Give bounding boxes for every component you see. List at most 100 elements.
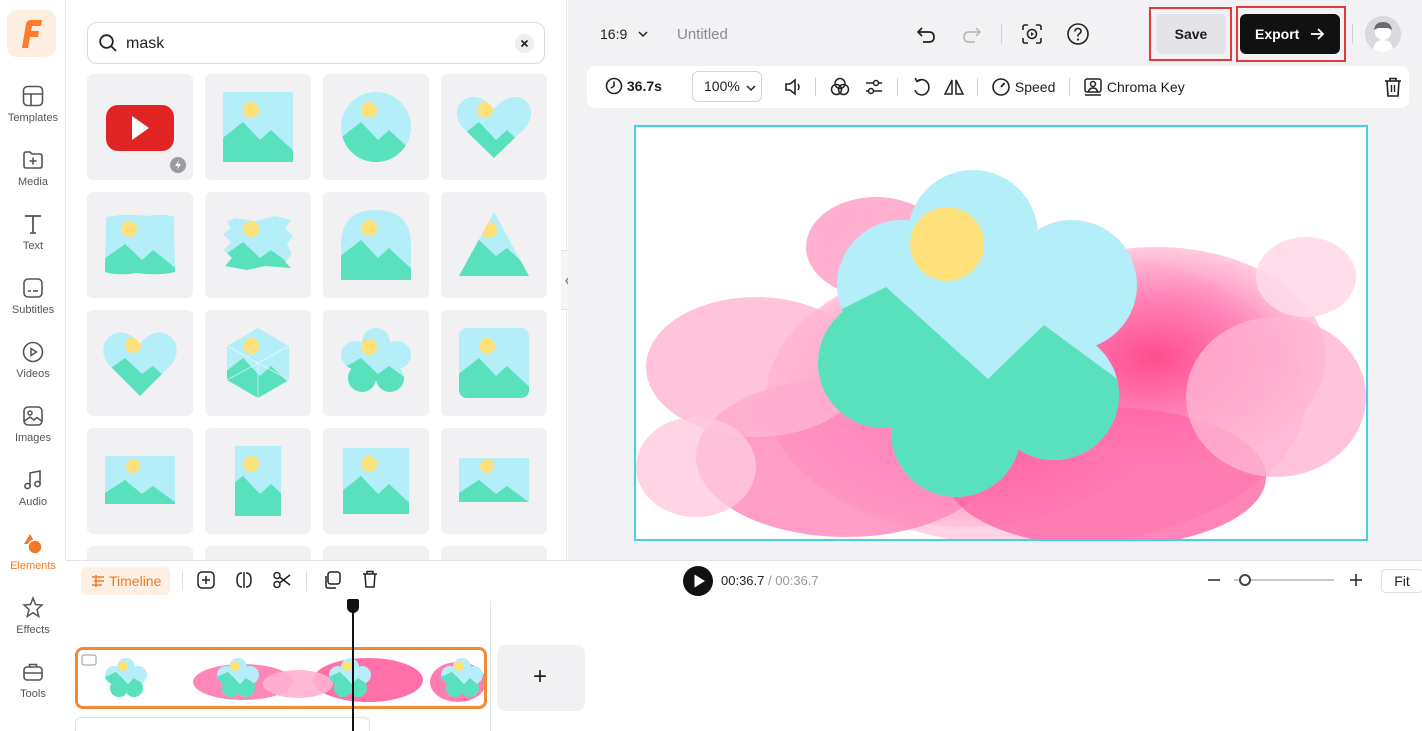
add-clip-button[interactable]: + <box>497 645 585 711</box>
sidebar-item-label: Audio <box>18 496 48 508</box>
playback-time: 00:36.7 / 00:36.7 <box>721 573 819 588</box>
edit-toolbar: 36.7s 100% Speed Chroma Key <box>587 66 1409 108</box>
editor-app: Templates Media Text Subtitles Videos Im… <box>0 0 1422 731</box>
elements-panel: mask <box>67 0 567 560</box>
sidebar-item-videos[interactable]: Videos <box>0 340 66 398</box>
chevron-down-icon <box>746 85 756 92</box>
highlight-box <box>1149 7 1232 61</box>
element-tile[interactable] <box>205 546 311 560</box>
search-box[interactable]: mask <box>87 22 545 64</box>
undo-icon[interactable] <box>914 22 938 46</box>
play-button[interactable] <box>683 566 713 596</box>
element-tile[interactable] <box>441 546 547 560</box>
element-tile-brush-rect-mask[interactable] <box>87 192 193 298</box>
duration-button[interactable]: 36.7s <box>605 77 662 95</box>
element-tile-brush-stroke-mask[interactable] <box>205 192 311 298</box>
clear-search-button[interactable] <box>515 34 534 53</box>
zoom-dropdown[interactable]: 100% <box>692 71 762 102</box>
effects-icon <box>22 596 44 619</box>
landscape-rect-mask-icon <box>459 458 529 502</box>
volume-icon[interactable] <box>783 77 803 97</box>
brush-stroke-mask-icon <box>223 216 293 270</box>
duplicate-icon[interactable] <box>322 570 342 590</box>
sidebar-item-label: Images <box>14 432 52 444</box>
element-tile-circle-mask[interactable] <box>323 74 429 180</box>
redo-icon[interactable] <box>960 22 984 46</box>
add-icon[interactable] <box>196 570 216 590</box>
element-tile[interactable] <box>87 546 193 560</box>
color-adjust-icon[interactable] <box>829 76 851 98</box>
subtitles-icon <box>23 278 43 298</box>
flip-icon[interactable] <box>943 76 965 98</box>
element-tile-square-rect-mask[interactable] <box>323 428 429 534</box>
timeline-tab[interactable]: Timeline <box>81 567 170 595</box>
zoom-slider-handle[interactable] <box>1239 574 1251 586</box>
project-title[interactable]: Untitled <box>677 26 728 43</box>
tall-rect-mask-icon <box>235 446 281 516</box>
element-tile-hexagon-mask[interactable] <box>205 310 311 416</box>
clip-thumbnails <box>78 650 484 706</box>
sidebar-item-effects[interactable]: Effects <box>0 596 66 654</box>
app-logo[interactable] <box>7 10 56 57</box>
canvas-area: 16:9 Untitled Save Export 36.7s 100% Spe… <box>568 0 1422 560</box>
audio-icon <box>24 470 41 490</box>
element-tile-youtube[interactable] <box>87 74 193 180</box>
rotate-icon[interactable] <box>911 76 933 98</box>
help-icon[interactable] <box>1066 22 1090 46</box>
fit-button[interactable]: Fit <box>1381 569 1422 593</box>
element-tile-heart-mask-2[interactable] <box>87 310 193 416</box>
adjust-sliders-icon[interactable] <box>863 76 885 98</box>
video-track-clip[interactable] <box>75 647 487 709</box>
audio-track[interactable] <box>75 717 370 731</box>
sidebar-item-audio[interactable]: Audio <box>0 468 66 526</box>
scissors-icon[interactable] <box>272 570 292 590</box>
element-tile-rectangle-mask[interactable] <box>205 74 311 180</box>
delete-icon[interactable] <box>360 569 380 589</box>
element-tile-wide-rect-mask[interactable] <box>87 428 193 534</box>
split-icon[interactable] <box>234 570 254 590</box>
logo-icon <box>22 20 42 48</box>
speed-button[interactable]: Speed <box>991 77 1055 97</box>
sidebar-item-text[interactable]: Text <box>0 212 66 270</box>
element-tile-triangle-mask[interactable] <box>441 192 547 298</box>
element-tile-tall-rect-mask[interactable] <box>205 428 311 534</box>
text-icon <box>25 215 41 234</box>
video-canvas[interactable] <box>634 125 1368 541</box>
chroma-key-button[interactable]: Chroma Key <box>1083 77 1185 97</box>
element-tile[interactable] <box>323 546 429 560</box>
sidebar-item-tools[interactable]: Tools <box>0 660 66 718</box>
sidebar-item-elements[interactable]: Elements <box>0 532 66 590</box>
element-tile-flower-mask[interactable] <box>323 310 429 416</box>
speed-label: Speed <box>1014 79 1056 95</box>
preview-icon[interactable] <box>1020 22 1044 46</box>
sidebar-item-label: Text <box>22 240 44 252</box>
element-tile-landscape-rect-mask[interactable] <box>441 428 547 534</box>
trash-icon[interactable] <box>1382 76 1404 98</box>
aspect-ratio-dropdown[interactable]: 16:9 <box>600 26 649 42</box>
sidebar-item-media[interactable]: Media <box>0 148 66 206</box>
highlight-box <box>1236 6 1346 62</box>
zoom-value: 100% <box>704 78 740 94</box>
element-tile-rounded-square-mask[interactable] <box>441 310 547 416</box>
chroma-key-icon <box>1084 78 1102 96</box>
divider <box>897 78 898 96</box>
sidebar-item-templates[interactable]: Templates <box>0 84 66 142</box>
zoom-in-icon[interactable] <box>1348 572 1364 588</box>
avatar[interactable] <box>1365 16 1401 52</box>
timeline-icon <box>92 575 104 587</box>
sidebar-item-images[interactable]: Images <box>0 404 66 462</box>
triangle-mask-icon <box>459 212 529 276</box>
element-tile-heart-mask[interactable] <box>441 74 547 180</box>
search-input[interactable]: mask <box>126 35 164 53</box>
playhead-handle[interactable] <box>347 599 359 613</box>
sidebar-item-label: Subtitles <box>11 304 55 316</box>
playhead-line[interactable] <box>352 601 354 731</box>
chroma-key-label: Chroma Key <box>1106 79 1185 95</box>
divider <box>977 78 978 96</box>
sidebar-item-subtitles[interactable]: Subtitles <box>0 276 66 334</box>
element-tile-arch-mask[interactable] <box>323 192 429 298</box>
zoom-out-icon[interactable] <box>1206 572 1222 588</box>
divider <box>815 78 816 96</box>
top-bar: 16:9 Untitled Save Export <box>568 0 1422 66</box>
search-icon <box>99 34 117 52</box>
